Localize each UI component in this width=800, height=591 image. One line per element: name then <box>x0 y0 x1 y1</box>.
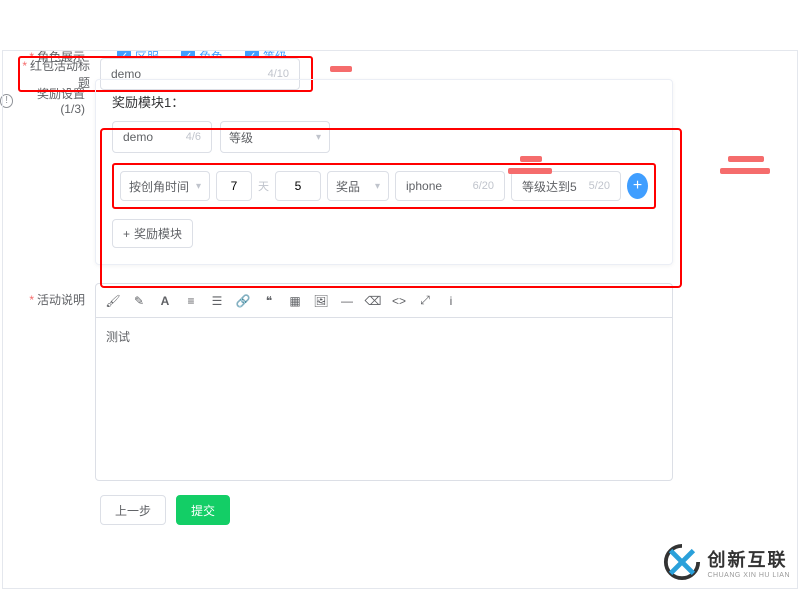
description-section: *活动说明 🖌 ✎ A ≡ ☰ 🔗 ❝ ▦ 🖼 — ⌫ <> ⤢ i 测试 <box>0 283 800 481</box>
info-icon[interactable]: i <box>444 294 458 308</box>
brand-logo: 创新互联 CHUANG XIN HU LIAN <box>663 543 790 581</box>
table-icon[interactable]: ▦ <box>288 294 302 308</box>
list-icon[interactable]: ☰ <box>210 294 224 308</box>
annotation-mark-3a <box>728 156 764 162</box>
brush-icon[interactable]: 🖌 <box>106 294 120 308</box>
logo-icon <box>663 543 701 581</box>
title-label: 红包活动标题 <box>30 59 90 90</box>
annotation-mark-2b <box>508 168 552 174</box>
font-icon[interactable]: A <box>158 294 172 308</box>
submit-button[interactable]: 提交 <box>176 495 230 525</box>
count-input[interactable] <box>275 171 321 201</box>
info-icon: ! <box>0 94 13 108</box>
time-type-select[interactable]: 按创角时间 ▾ <box>120 171 210 201</box>
quote-icon[interactable]: ❝ <box>262 294 276 308</box>
footer-actions: 上一步 提交 <box>100 495 800 525</box>
pencil-icon[interactable]: ✎ <box>132 294 146 308</box>
minus-icon[interactable]: — <box>340 294 354 308</box>
prev-button[interactable]: 上一步 <box>100 495 166 525</box>
plus-icon: + <box>633 177 642 195</box>
days-input[interactable] <box>216 171 252 201</box>
add-module-button[interactable]: + 奖励模块 <box>112 219 193 248</box>
brand-name-cn: 创新互联 <box>707 546 790 572</box>
chevron-down-icon: ▾ <box>375 181 380 192</box>
fullscreen-icon[interactable]: ⤢ <box>418 294 432 308</box>
brand-name-en: CHUANG XIN HU LIAN <box>707 572 790 579</box>
eraser-icon[interactable]: ⌫ <box>366 294 380 308</box>
plus-icon: + <box>123 227 130 241</box>
prize-type-select[interactable]: 奖品 ▾ <box>327 171 389 201</box>
chevron-down-icon: ▾ <box>196 181 201 192</box>
module-name-input[interactable]: 4/6 <box>112 121 212 153</box>
reward-row-highlight: 按创角时间 ▾ 天 奖品 ▾ 6/20 5/20 + <box>112 163 656 209</box>
module-type-select[interactable]: 等级 ▾ <box>220 121 330 153</box>
reward-module-title: 奖励模块1： <box>112 92 656 111</box>
align-icon[interactable]: ≡ <box>184 294 198 308</box>
prize-input[interactable]: 6/20 <box>395 171 505 201</box>
description-label: 活动说明 <box>37 293 85 307</box>
annotation-mark-1 <box>330 66 352 72</box>
image-icon[interactable]: 🖼 <box>314 294 328 308</box>
days-unit: 天 <box>258 178 269 194</box>
add-row-button[interactable]: + <box>627 173 648 199</box>
reward-card: 奖励模块1： 4/6 等级 ▾ 按创角时间 ▾ 天 奖品 <box>95 79 673 265</box>
editor-textarea[interactable]: 测试 <box>95 317 673 481</box>
link-icon[interactable]: 🔗 <box>236 294 250 308</box>
condition-input[interactable]: 5/20 <box>511 171 621 201</box>
annotation-mark-2a <box>520 156 542 162</box>
reward-section: ! 奖励设置(1/3) 奖励模块1： 4/6 等级 ▾ 按创角时间 ▾ 天 <box>0 79 800 265</box>
editor-content: 测试 <box>106 330 130 344</box>
code-icon[interactable]: <> <box>392 294 406 308</box>
chevron-down-icon: ▾ <box>316 132 321 143</box>
editor-toolbar: 🖌 ✎ A ≡ ☰ 🔗 ❝ ▦ 🖼 — ⌫ <> ⤢ i <box>95 283 673 317</box>
annotation-mark-3b <box>720 168 770 174</box>
